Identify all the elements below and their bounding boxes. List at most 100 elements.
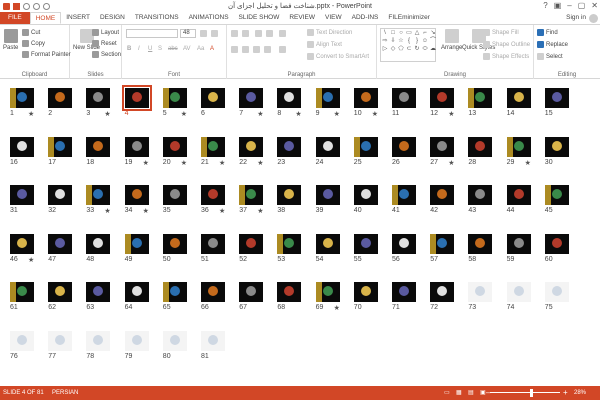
slide-thumbnail[interactable]: 41: [392, 185, 428, 219]
slide-thumbnail[interactable]: 29 ★: [506, 136, 543, 171]
slide-thumbnail[interactable]: 32: [48, 185, 84, 219]
tab-slide-show[interactable]: SLIDE SHOW: [234, 12, 285, 24]
slide-thumbnail[interactable]: 43: [468, 185, 504, 219]
slide-preview[interactable]: [315, 233, 340, 254]
slide-thumbnail[interactable]: 80: [162, 330, 199, 365]
slide-thumbnail[interactable]: 10 ★: [353, 88, 390, 122]
slide-thumbnail[interactable]: 75: [544, 282, 581, 316]
slide-thumbnail[interactable]: 64: [124, 282, 161, 316]
arrange-button[interactable]: Arrange: [441, 29, 462, 51]
slide-thumbnail[interactable]: 63: [86, 282, 122, 316]
slide-thumbnail[interactable]: 2: [48, 88, 84, 122]
slide-thumbnail[interactable]: 4: [121, 85, 161, 122]
shadow-button[interactable]: S: [158, 46, 162, 52]
slide-thumbnail[interactable]: 50: [162, 233, 199, 268]
zoom-level[interactable]: 28%: [574, 386, 586, 400]
slide-preview[interactable]: [10, 330, 34, 351]
slide-preview[interactable]: [201, 88, 225, 108]
slide-thumbnail[interactable]: 55: [353, 233, 390, 268]
slide-thumbnail[interactable]: 46 ★: [10, 233, 46, 268]
slide-preview[interactable]: [48, 233, 73, 254]
animation-star-icon[interactable]: ★: [334, 110, 340, 118]
font-color-button[interactable]: A: [210, 46, 214, 52]
slide-preview[interactable]: [353, 185, 378, 205]
animation-star-icon[interactable]: ★: [219, 159, 225, 167]
slide-preview[interactable]: [277, 233, 302, 254]
slide-preview[interactable]: [353, 233, 378, 254]
slide-preview[interactable]: [10, 282, 34, 302]
slide-preview[interactable]: [86, 88, 111, 108]
tab-design[interactable]: DESIGN: [95, 12, 130, 24]
slide-thumbnail[interactable]: 60: [544, 233, 581, 268]
close-icon[interactable]: ✕: [591, 1, 598, 10]
slide-preview[interactable]: [315, 88, 340, 108]
slide-preview[interactable]: [392, 136, 416, 157]
normal-view-icon[interactable]: ▭: [444, 386, 450, 400]
slide-preview[interactable]: [239, 233, 264, 254]
slide-preview[interactable]: [124, 185, 149, 205]
tab-transitions[interactable]: TRANSITIONS: [130, 12, 184, 24]
animation-star-icon[interactable]: ★: [104, 110, 110, 118]
animation-star-icon[interactable]: ★: [525, 159, 531, 167]
slide-thumbnail[interactable]: 18: [86, 136, 122, 171]
slide-preview[interactable]: [392, 88, 416, 108]
tab-review[interactable]: REVIEW: [284, 12, 320, 24]
grow-font-button[interactable]: [200, 30, 207, 37]
zoom-slider[interactable]: [490, 392, 560, 393]
slide-preview[interactable]: [10, 185, 34, 205]
reading-view-icon[interactable]: ▤: [468, 386, 474, 400]
help-icon[interactable]: ?: [543, 1, 547, 10]
slide-preview[interactable]: [86, 233, 111, 254]
shape-fill-button[interactable]: Shape Fill: [483, 29, 519, 36]
slide-thumbnail[interactable]: 73: [468, 282, 504, 316]
slide-thumbnail[interactable]: 44: [506, 185, 543, 219]
slide-thumbnail[interactable]: 5 ★: [162, 88, 199, 122]
slide-thumbnail[interactable]: 37 ★: [239, 185, 275, 219]
slide-preview[interactable]: [506, 136, 531, 157]
slide-thumbnail[interactable]: 62: [48, 282, 84, 316]
animation-star-icon[interactable]: ★: [143, 159, 149, 167]
shape-option[interactable]: ⇨: [381, 37, 389, 45]
slide-thumbnail[interactable]: 76: [10, 330, 46, 365]
slide-thumbnail[interactable]: 72: [430, 282, 466, 316]
shape-option[interactable]: ◇: [389, 45, 397, 53]
slide-preview[interactable]: [277, 88, 302, 108]
shape-option[interactable]: ☆: [397, 37, 405, 45]
slide-preview[interactable]: [239, 282, 264, 302]
animation-star-icon[interactable]: ★: [143, 207, 149, 215]
slide-preview[interactable]: [121, 85, 152, 111]
slide-thumbnail[interactable]: 12 ★: [430, 88, 466, 122]
slide-thumbnail[interactable]: 53: [277, 233, 313, 268]
align-right-button[interactable]: [253, 46, 260, 53]
slide-thumbnail[interactable]: 16: [10, 136, 46, 171]
slide-thumbnail[interactable]: 77: [48, 330, 84, 365]
replace-button[interactable]: Replace: [537, 41, 568, 48]
tab-file[interactable]: FILE: [0, 12, 30, 24]
shape-option[interactable]: □: [389, 29, 397, 37]
animation-star-icon[interactable]: ★: [104, 207, 110, 215]
slide-thumbnail[interactable]: 35: [162, 185, 199, 219]
slide-preview[interactable]: [468, 233, 493, 254]
slide-thumbnail[interactable]: 33 ★: [86, 185, 122, 219]
slide-preview[interactable]: [86, 185, 111, 205]
slide-preview[interactable]: [315, 136, 340, 157]
slide-preview[interactable]: [201, 330, 225, 351]
slide-preview[interactable]: [124, 233, 149, 254]
shape-option[interactable]: ⌐: [421, 29, 429, 37]
slide-preview[interactable]: [544, 136, 569, 157]
slide-preview[interactable]: [353, 136, 378, 157]
slide-preview[interactable]: [430, 136, 455, 157]
shape-option[interactable]: ⬠: [397, 45, 405, 53]
slide-preview[interactable]: [48, 88, 73, 108]
slide-preview[interactable]: [162, 282, 187, 302]
slide-preview[interactable]: [544, 282, 569, 302]
slide-preview[interactable]: [506, 185, 531, 205]
slide-thumbnail[interactable]: 58: [468, 233, 504, 268]
slide-preview[interactable]: [162, 185, 187, 205]
slide-thumbnail[interactable]: 61: [10, 282, 46, 316]
slide-thumbnail[interactable]: 1 ★: [10, 88, 46, 122]
user-icon[interactable]: [589, 14, 598, 23]
paste-button[interactable]: Paste: [3, 29, 18, 51]
select-button[interactable]: Select: [537, 53, 563, 60]
slide-preview[interactable]: [392, 282, 416, 302]
